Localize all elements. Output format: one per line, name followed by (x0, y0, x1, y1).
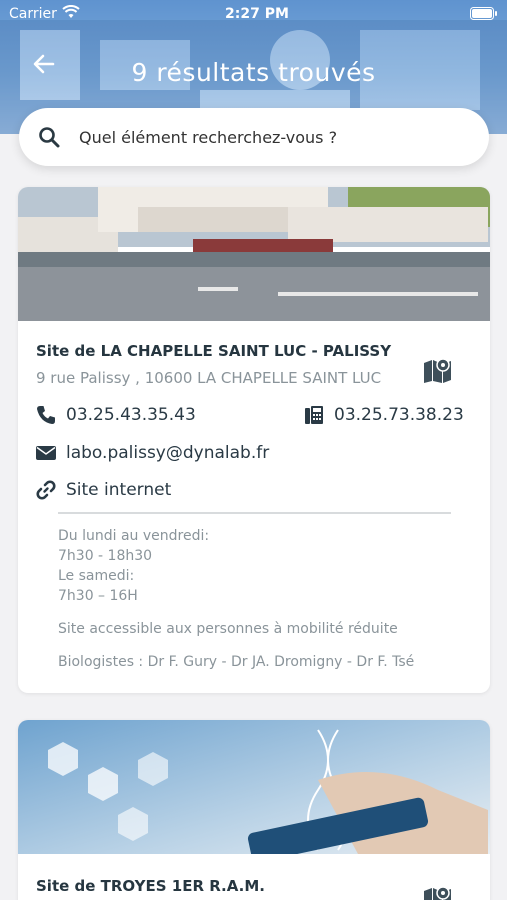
status-bar: Carrier 2:27 PM (0, 0, 507, 28)
map-icon[interactable] (423, 357, 453, 383)
website-link[interactable]: Site internet (66, 480, 171, 500)
site-name: Site de LA CHAPELLE SAINT LUC - PALISSY (36, 342, 392, 360)
medical-technology-photo (18, 720, 490, 863)
clock-label: 2:27 PM (225, 6, 289, 22)
result-card[interactable]: Site de LA CHAPELLE SAINT LUC - PALISSY … (18, 187, 490, 693)
hours-weekday-label: Du lundi au vendredi: (58, 528, 210, 544)
wifi-icon (62, 5, 80, 23)
email-address[interactable]: labo.palissy@dynalab.fr (66, 443, 269, 463)
site-address: 9 rue Palissy , 10600 LA CHAPELLE SAINT … (36, 369, 382, 387)
hours-saturday-value: 7h30 – 16H (58, 588, 138, 604)
divider (58, 512, 451, 514)
map-icon[interactable] (423, 885, 453, 900)
phone-row[interactable]: 03.25.43.35.43 (36, 405, 196, 425)
battery-icon (470, 7, 498, 24)
phone-icon (36, 405, 56, 425)
fax-icon (304, 405, 324, 425)
page-title: 9 résultats trouvés (131, 58, 376, 87)
search-icon (39, 127, 60, 148)
search-bar[interactable] (19, 108, 489, 166)
search-input[interactable] (79, 127, 459, 147)
website-row[interactable]: Site internet (36, 480, 171, 500)
accessibility-note: Site accessible aux personnes à mobilité… (58, 621, 398, 637)
carrier-label: Carrier (9, 6, 57, 22)
fax-number[interactable]: 03.25.73.38.23 (334, 405, 464, 425)
envelope-icon (36, 443, 56, 463)
phone-number[interactable]: 03.25.43.35.43 (66, 405, 196, 425)
biologists-list: Biologistes : Dr F. Gury - Dr JA. Dromig… (58, 654, 415, 670)
result-card[interactable]: Site de TROYES 1ER R.A.M. (18, 720, 490, 900)
fax-row[interactable]: 03.25.73.38.23 (304, 405, 464, 425)
laboratory-photo (18, 187, 490, 321)
site-name: Site de TROYES 1ER R.A.M. (36, 877, 265, 895)
hours-saturday-label: Le samedi: (58, 568, 135, 584)
hours-weekday-value: 7h30 - 18h30 (58, 548, 153, 564)
email-row[interactable]: labo.palissy@dynalab.fr (36, 443, 269, 463)
link-icon (36, 480, 56, 500)
